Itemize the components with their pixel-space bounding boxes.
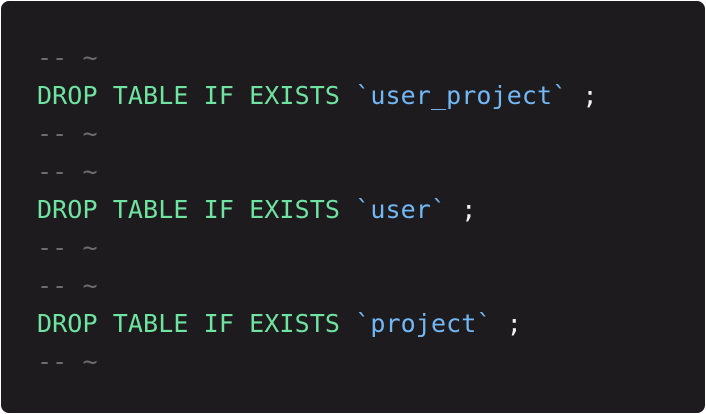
sql-keyword: DROP TABLE IF EXISTS xyxy=(37,195,341,224)
drop-table-statement-project: DROP TABLE IF EXISTS `project` ; xyxy=(37,305,705,343)
comment-text: -- ~ xyxy=(37,271,98,300)
statement-terminator: ; xyxy=(582,81,598,110)
comment-line: -- ~ xyxy=(37,153,705,191)
comment-line: -- ~ xyxy=(37,343,705,381)
comment-text: -- ~ xyxy=(37,119,98,148)
drop-table-statement-user-project: DROP TABLE IF EXISTS `user_project` ; xyxy=(37,77,705,115)
sql-keyword: DROP TABLE IF EXISTS xyxy=(37,309,341,338)
table-identifier: `user` xyxy=(355,195,447,224)
statement-terminator: ; xyxy=(461,195,477,224)
table-identifier: `project` xyxy=(355,309,492,338)
comment-line: -- ~ xyxy=(37,115,705,153)
comment-line: -- ~ xyxy=(37,267,705,305)
statement-terminator: ; xyxy=(506,309,522,338)
table-identifier: `user_project` xyxy=(355,81,568,110)
sql-code-block: -- ~ DROP TABLE IF EXISTS `user_project`… xyxy=(1,1,705,413)
drop-table-statement-user: DROP TABLE IF EXISTS `user` ; xyxy=(37,191,705,229)
comment-text: -- ~ xyxy=(37,233,98,262)
comment-text: -- ~ xyxy=(37,43,98,72)
comment-text: -- ~ xyxy=(37,157,98,186)
sql-keyword: DROP TABLE IF EXISTS xyxy=(37,81,341,110)
comment-text: -- ~ xyxy=(37,347,98,376)
comment-line: -- ~ xyxy=(37,39,705,77)
comment-line: -- ~ xyxy=(37,229,705,267)
